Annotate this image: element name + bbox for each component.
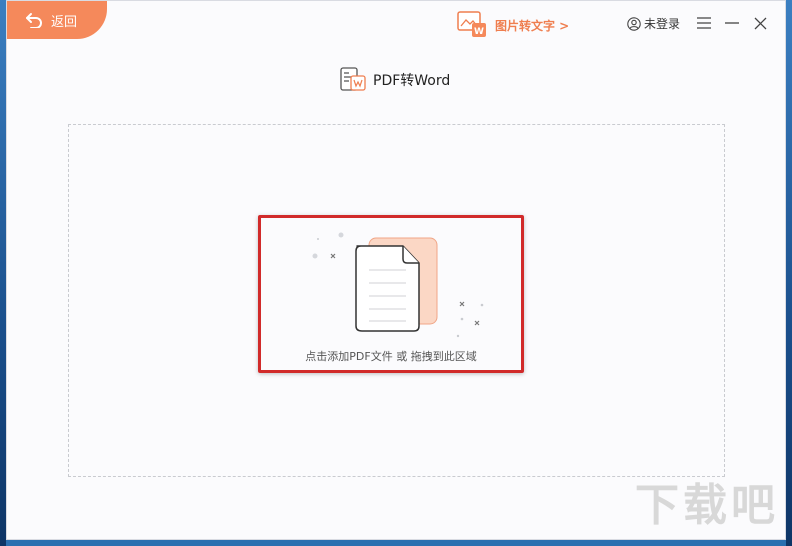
close-button[interactable] bbox=[751, 14, 769, 32]
page-title: PDF转Word bbox=[373, 73, 451, 89]
back-arrow-icon bbox=[26, 13, 42, 28]
svg-text:W: W bbox=[474, 27, 484, 37]
pdf-file-illustration bbox=[312, 232, 484, 338]
minimize-button[interactable] bbox=[723, 14, 741, 32]
desktop-right-edge bbox=[786, 0, 792, 546]
app-window: 返回 W 图片转文字 > 未登录 PDF转Word 点击添加PDF文件 或 拖拽… bbox=[6, 0, 786, 540]
pdf-to-word-icon bbox=[340, 67, 366, 91]
login-status[interactable]: 未登录 bbox=[627, 15, 680, 32]
close-icon bbox=[754, 17, 766, 29]
user-icon bbox=[627, 16, 641, 31]
watermark-logo: 下载吧 bbox=[635, 480, 779, 531]
image-to-text-label: 图片转文字 > bbox=[495, 18, 570, 33]
image-to-text-link[interactable]: W 图片转文字 > bbox=[457, 10, 569, 40]
drop-hint-text: 点击添加PDF文件 或 拖拽到此区域 bbox=[305, 350, 477, 363]
menu-button[interactable] bbox=[695, 14, 713, 32]
page-title-area: PDF转Word bbox=[339, 67, 450, 93]
image-to-text-icon: W bbox=[457, 11, 486, 37]
minimize-icon bbox=[725, 22, 739, 24]
login-label: 未登录 bbox=[644, 17, 681, 31]
back-button-label: 返回 bbox=[51, 14, 78, 30]
back-button[interactable]: 返回 bbox=[7, 1, 107, 39]
menu-icon bbox=[697, 17, 711, 29]
